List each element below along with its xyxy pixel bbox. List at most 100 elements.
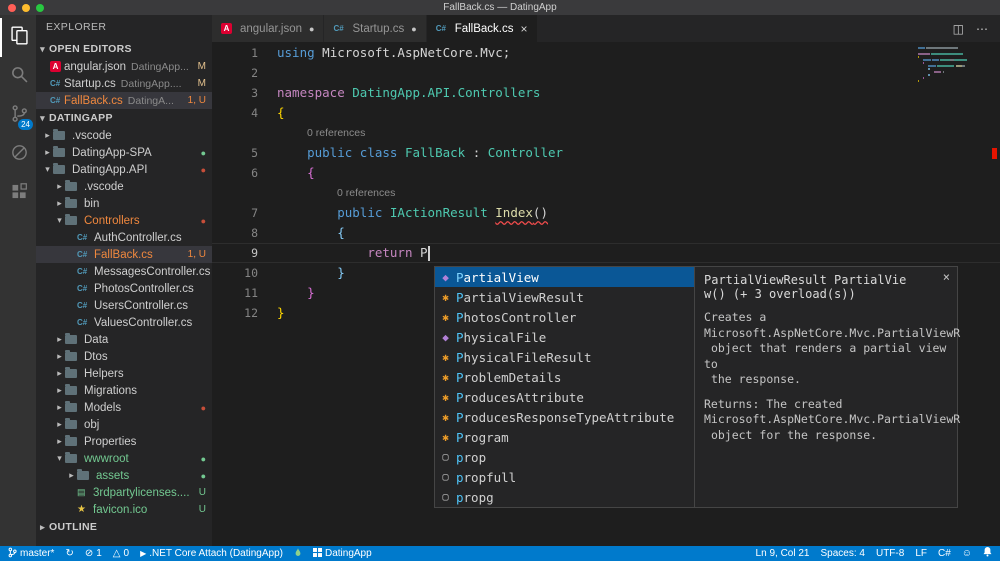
tree-item[interactable]: ▸ Migrations xyxy=(36,382,212,399)
tree-item[interactable]: ▸ obj xyxy=(36,416,212,433)
status-item-branch[interactable]: master* xyxy=(8,547,54,561)
editor-tab[interactable]: C# Startup.cs ● xyxy=(324,15,427,42)
suggestion-item[interactable]: ▢ prop xyxy=(435,447,694,467)
tree-item[interactable]: ▸ Helpers xyxy=(36,365,212,382)
code-line[interactable]: 6 { xyxy=(212,163,1000,183)
activity-debug-button[interactable] xyxy=(0,135,36,174)
line-number[interactable]: 6 xyxy=(212,163,270,183)
close-tab-icon[interactable]: × xyxy=(520,22,527,36)
code-line[interactable]: 5 public class FallBack : Controller xyxy=(212,143,1000,163)
suggestion-item[interactable]: ▢ propfull xyxy=(435,467,694,487)
line-number[interactable]: 4 xyxy=(212,103,270,123)
tree-item[interactable]: C# UsersController.cs xyxy=(36,297,212,314)
tree-item[interactable]: ▸ Models ● xyxy=(36,399,212,416)
status-item[interactable]: UTF-8 xyxy=(876,548,904,559)
tree-item[interactable]: ▾ wwwroot ● xyxy=(36,450,212,467)
tree-item[interactable]: ▾ Controllers ● xyxy=(36,212,212,229)
minimap[interactable] xyxy=(918,47,982,83)
status-item-smiley[interactable]: ☺ xyxy=(962,548,972,559)
tree-item[interactable]: C# ValuesController.cs xyxy=(36,314,212,331)
suggestion-item[interactable]: ✱ PhysicalFileResult xyxy=(435,347,694,367)
status-item-flame[interactable] xyxy=(294,547,302,560)
suggestion-item[interactable]: ✱ ProducesAttribute xyxy=(435,387,694,407)
tree-item[interactable]: C# AuthController.cs xyxy=(36,229,212,246)
suggestion-item[interactable]: ✱ ProducesResponseTypeAttribute xyxy=(435,407,694,427)
line-number[interactable]: 7 xyxy=(212,203,270,223)
line-number[interactable]: 9 xyxy=(212,243,270,263)
tree-item[interactable]: ★ favicon.ico U xyxy=(36,501,212,518)
outline-section-header[interactable]: ▸ OUTLINE xyxy=(36,518,212,536)
tree-item[interactable]: C# PhotosController.cs xyxy=(36,280,212,297)
code-line[interactable]: 7 public IActionResult Index() xyxy=(212,203,1000,223)
editor-tab[interactable]: Aangular.json ● xyxy=(212,15,325,42)
status-item-bell[interactable] xyxy=(983,547,992,560)
line-number[interactable]: 5 xyxy=(212,143,270,163)
tree-item[interactable]: C# FallBack.cs 1, U xyxy=(36,246,212,263)
code-editor[interactable]: 1 using Microsoft.AspNetCore.Mvc; 2 3 namesp… xyxy=(212,42,1000,546)
open-editor-item[interactable]: C# Startup.cs DatingApp.... M xyxy=(36,75,212,92)
suggestion-item[interactable]: ◆ PhysicalFile xyxy=(435,327,694,347)
tree-item[interactable]: ▾ DatingApp.API ● xyxy=(36,161,212,178)
line-number[interactable]: 1 xyxy=(212,43,270,63)
line-number[interactable] xyxy=(212,183,270,203)
editor-tab[interactable]: C# FallBack.cs × xyxy=(426,15,538,42)
tree-item[interactable]: ▸ bin xyxy=(36,195,212,212)
status-item-error[interactable]: ⊘ 1 xyxy=(85,548,102,559)
line-number[interactable] xyxy=(212,123,270,143)
status-item-warning[interactable]: △ 0 xyxy=(113,548,129,559)
line-number[interactable]: 2 xyxy=(212,63,270,83)
code-line[interactable]: 1 using Microsoft.AspNetCore.Mvc; xyxy=(212,43,1000,63)
tree-item[interactable]: ▸ .vscode xyxy=(36,127,212,144)
line-number[interactable]: 11 xyxy=(212,283,270,303)
status-item-sync[interactable]: ↻ xyxy=(65,548,73,559)
line-number[interactable]: 8 xyxy=(212,223,270,243)
code-line[interactable]: 9 return P xyxy=(212,243,1000,263)
suggestion-item[interactable]: ✱ Program xyxy=(435,427,694,447)
line-number[interactable]: 12 xyxy=(212,303,270,323)
activity-search-button[interactable] xyxy=(0,57,36,96)
open-editor-item[interactable]: C# FallBack.cs DatingA... 1, U xyxy=(36,92,212,109)
tree-item[interactable]: ▸ Dtos xyxy=(36,348,212,365)
split-editor-icon[interactable]: ◫ xyxy=(953,22,964,36)
minimize-window-button[interactable] xyxy=(22,3,30,12)
suggestion-item[interactable]: ▢ propg xyxy=(435,487,694,507)
status-item[interactable]: Ln 9, Col 21 xyxy=(756,548,810,559)
tree-item[interactable]: ▸ .vscode xyxy=(36,178,212,195)
tree-item[interactable]: ▸ Properties xyxy=(36,433,212,450)
line-number[interactable]: 10 xyxy=(212,263,270,283)
suggestion-item[interactable]: ✱ ProblemDetails xyxy=(435,367,694,387)
status-item[interactable]: C# xyxy=(938,548,951,559)
codelens-references[interactable]: 0 references xyxy=(337,187,395,199)
tree-item[interactable]: ▸ DatingApp-SPA ● xyxy=(36,144,212,161)
class-icon: ✱ xyxy=(442,370,449,384)
activity-extensions-button[interactable] xyxy=(0,174,36,213)
status-item[interactable]: LF xyxy=(915,548,927,559)
project-section-header[interactable]: ▾ DATINGAPP xyxy=(36,109,212,127)
suggestion-item[interactable]: ✱ PartialViewResult xyxy=(435,287,694,307)
close-window-button[interactable] xyxy=(8,3,16,12)
tree-item[interactable]: C# MessagesController.cs xyxy=(36,263,212,280)
suggestion-item[interactable]: ✱ PhotosController xyxy=(435,307,694,327)
tree-item[interactable]: ▤ 3rdpartylicenses.... U xyxy=(36,484,212,501)
close-icon[interactable]: × xyxy=(943,270,950,284)
tree-item[interactable]: ▸ assets ● xyxy=(36,467,212,484)
status-item-play[interactable]: ▶ .NET Core Attach (DatingApp) xyxy=(140,548,283,559)
status-item-project[interactable]: DatingApp xyxy=(312,547,372,560)
line-number[interactable]: 3 xyxy=(212,83,270,103)
more-actions-icon[interactable]: ⋯ xyxy=(976,22,988,36)
code-line[interactable]: 4{ xyxy=(212,103,1000,123)
tree-item[interactable]: ▸ Data xyxy=(36,331,212,348)
code-line[interactable]: 3 namespace DatingApp.API.Controllers xyxy=(212,83,1000,103)
activity-source-control-button[interactable]: 24 xyxy=(0,96,36,135)
activity-explorer-button[interactable] xyxy=(0,18,36,57)
code-line[interactable]: 2 xyxy=(212,63,1000,83)
line-text: using Microsoft.AspNetCore.Mvc; xyxy=(277,45,511,60)
open-editors-header[interactable]: ▾ OPEN EDITORS xyxy=(36,40,212,58)
codelens-references[interactable]: 0 references xyxy=(307,127,365,139)
suggestion-item[interactable]: ◆ PartialView xyxy=(435,267,694,287)
status-item[interactable]: Spaces: 4 xyxy=(820,548,864,559)
open-editor-item[interactable]: Aangular.json DatingApp... M xyxy=(36,58,212,75)
zoom-window-button[interactable] xyxy=(36,3,44,12)
code-line[interactable]: 8 { xyxy=(212,223,1000,243)
line-text: return P xyxy=(367,245,430,261)
